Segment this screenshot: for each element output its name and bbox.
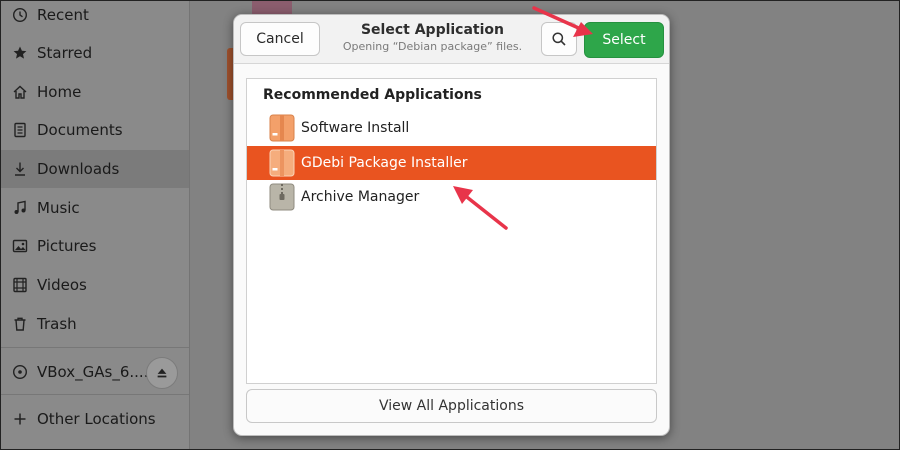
package-icon bbox=[269, 149, 295, 177]
sidebar-item-label: Documents bbox=[37, 121, 123, 139]
sidebar-item-pictures[interactable]: Pictures bbox=[1, 227, 189, 265]
music-note-icon bbox=[11, 199, 29, 217]
download-icon bbox=[11, 160, 29, 178]
select-application-dialog: Cancel Select Application Opening “Debia… bbox=[233, 14, 670, 436]
sidebar-item-label: Starred bbox=[37, 44, 93, 62]
sidebar-item-trash[interactable]: Trash bbox=[1, 305, 189, 343]
sidebar-item-music[interactable]: Music bbox=[1, 189, 189, 227]
sidebar-item-recent[interactable]: Recent bbox=[1, 1, 189, 34]
sidebar-item-starred[interactable]: Starred bbox=[1, 34, 189, 72]
picture-icon bbox=[11, 237, 29, 255]
cancel-button[interactable]: Cancel bbox=[240, 22, 320, 56]
sidebar-item-label: Home bbox=[37, 83, 82, 101]
dialog-subtitle: Opening “Debian package” files. bbox=[342, 40, 523, 53]
sidebar-item-documents[interactable]: Documents bbox=[1, 111, 189, 149]
archive-icon bbox=[269, 183, 295, 211]
package-icon bbox=[269, 114, 295, 142]
application-list: Recommended Applications Software Instal… bbox=[246, 78, 657, 384]
search-icon bbox=[552, 32, 566, 46]
document-icon bbox=[11, 121, 29, 139]
dialog-title: Select Application bbox=[360, 22, 505, 38]
sidebar-item-label: Downloads bbox=[37, 160, 120, 178]
star-icon bbox=[11, 44, 29, 62]
app-row-archive-manager[interactable]: Archive Manager bbox=[247, 180, 656, 214]
video-icon bbox=[11, 276, 29, 294]
trash-icon bbox=[11, 315, 29, 333]
sidebar-item-label: Music bbox=[37, 199, 80, 217]
sidebar-item-label: Recent bbox=[37, 6, 89, 24]
app-row-gdebi[interactable]: GDebi Package Installer bbox=[247, 146, 656, 180]
sidebar-item-label: Pictures bbox=[37, 237, 97, 255]
sidebar-item-label: Other Locations bbox=[37, 410, 156, 428]
sidebar-item-label: VBox_GAs_6.... bbox=[37, 363, 149, 381]
search-button[interactable] bbox=[541, 22, 577, 56]
disc-icon bbox=[11, 363, 29, 381]
dialog-header: Cancel Select Application Opening “Debia… bbox=[234, 15, 669, 64]
eject-button[interactable] bbox=[146, 357, 178, 389]
sidebar-item-videos[interactable]: Videos bbox=[1, 266, 189, 304]
app-label: Software Install bbox=[301, 120, 410, 136]
sidebar-divider bbox=[1, 347, 189, 348]
sidebar-item-downloads[interactable]: Downloads bbox=[1, 150, 189, 188]
sidebar-divider bbox=[1, 394, 189, 395]
sidebar-item-home[interactable]: Home bbox=[1, 73, 189, 111]
app-label: GDebi Package Installer bbox=[301, 155, 468, 171]
app-row-software-install[interactable]: Software Install bbox=[247, 111, 656, 145]
list-heading: Recommended Applications bbox=[263, 87, 482, 103]
plus-icon bbox=[11, 410, 29, 428]
home-icon bbox=[11, 83, 29, 101]
sidebar-item-label: Videos bbox=[37, 276, 87, 294]
screenshot-frame: Recent Starred Home Documents Downloads bbox=[0, 0, 900, 450]
select-button[interactable]: Select bbox=[584, 22, 664, 58]
sidebar-item-label: Trash bbox=[37, 315, 77, 333]
sidebar-item-other-locations[interactable]: Other Locations bbox=[1, 400, 189, 438]
eject-icon bbox=[157, 368, 167, 378]
app-label: Archive Manager bbox=[301, 189, 420, 205]
clock-icon bbox=[11, 6, 29, 24]
view-all-applications-button[interactable]: View All Applications bbox=[246, 389, 657, 423]
places-sidebar: Recent Starred Home Documents Downloads bbox=[1, 1, 190, 449]
